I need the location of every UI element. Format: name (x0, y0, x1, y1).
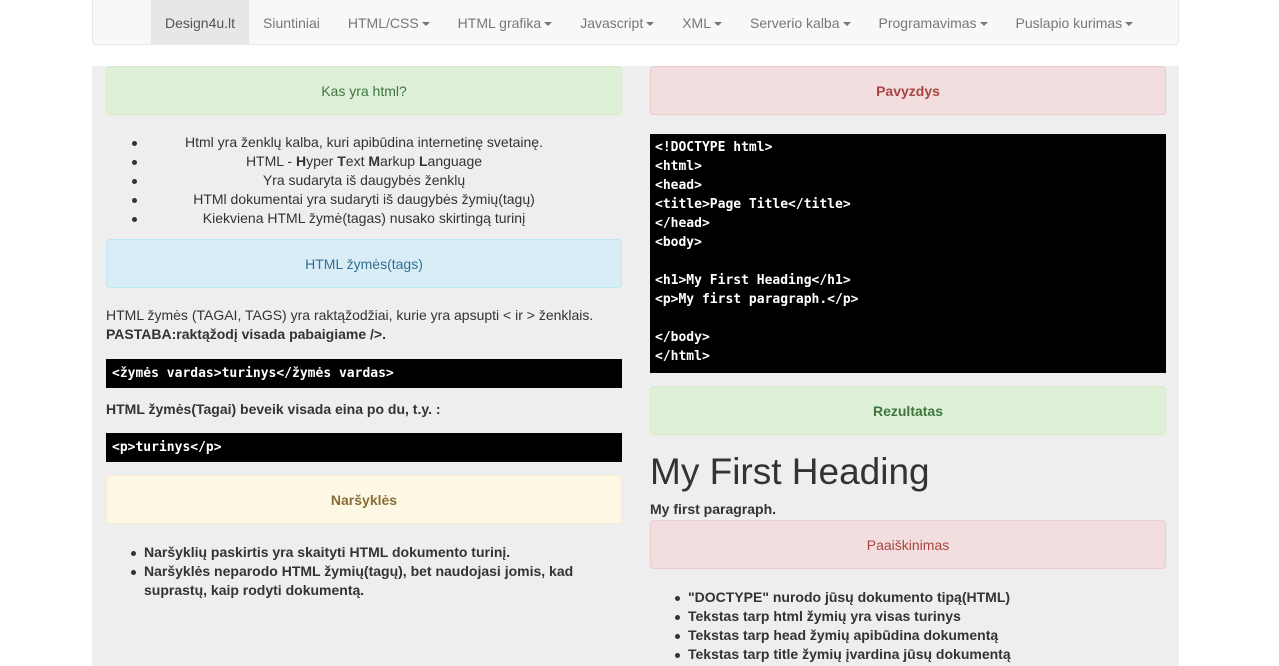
list-item: Kiekviena HTML žymė(tagas) nusako skirti… (106, 209, 622, 228)
bullet-icon (132, 160, 137, 165)
result-heading: My First Heading (650, 451, 930, 492)
browsers-panel: Naršyklės (106, 475, 622, 524)
list-item: HTMl dokumentai yra sudaryti iš daugybės… (106, 190, 622, 209)
nav-label: Serverio kalba (750, 14, 840, 31)
tags-description: HTML žymės (TAGAI, TAGS) yra raktąžodžia… (106, 306, 626, 344)
top-navbar: Design4u.lt Siuntiniai HTML/CSS HTML gra… (92, 0, 1179, 45)
bullet-icon (132, 198, 137, 203)
panel-title: Kas yra html? (321, 82, 407, 99)
bullet-icon (675, 615, 680, 620)
code-line: <head> (655, 178, 702, 193)
nav-label: HTML grafika (457, 14, 542, 31)
main-content: Kas yra html? Html yra ženklų kalba, kur… (92, 66, 1179, 666)
panel-title: Rezultatas (872, 402, 944, 419)
code-line: <html> (655, 159, 702, 174)
result-panel: Rezultatas (650, 386, 1166, 435)
caret-down-icon (544, 21, 553, 26)
caret-down-icon (842, 21, 851, 26)
caret-down-icon (1125, 21, 1134, 26)
pairs-text: HTML žymės(Tagai) beveik visada eina po … (106, 401, 441, 417)
nav-item-xml[interactable]: XML (668, 0, 736, 45)
code-line: </html> (655, 349, 710, 364)
explanation-list: "DOCTYPE" nurodo jūsų dokumento tipą(HTM… (650, 588, 1170, 664)
panel-title: Naršyklės (330, 491, 398, 508)
code-line: <!DOCTYPE html> (655, 140, 773, 155)
nav-item-programavimas[interactable]: Programavimas (865, 0, 1002, 45)
list-item: Html yra ženklų kalba, kuri apibūdina in… (106, 133, 622, 152)
nav-label: Puslapio kurimas (1015, 14, 1123, 31)
nav-item-serverio-kalba[interactable]: Serverio kalba (736, 0, 865, 45)
list-item: Yra sudaryta iš daugybės ženklų (106, 171, 622, 190)
code-line: <p>My first paragraph.</p> (655, 292, 859, 307)
nav-label: HTML/CSS (347, 14, 419, 31)
list-item: Naršyklių paskirtis yra skaityti HTML do… (106, 543, 626, 562)
code-line: </body> (655, 330, 710, 345)
nav-item-design4u[interactable]: Design4u.lt (151, 0, 250, 45)
nav-label: Programavimas (878, 14, 977, 31)
list-item: Tekstas tarp head žymių apibūdina dokume… (650, 626, 1170, 645)
nav-item-javascript[interactable]: Javascript (566, 0, 668, 45)
bullet-icon (132, 141, 137, 146)
nav-item-puslapio-kurimas[interactable]: Puslapio kurimas (1002, 0, 1148, 45)
pair-example-code: <p>turinys</p> (106, 433, 622, 462)
nav-item-siuntiniai[interactable]: Siuntiniai (249, 0, 334, 45)
bullet-icon (675, 596, 680, 601)
code-line: <title>Page Title</title> (655, 197, 851, 212)
nav-item-html-css[interactable]: HTML/CSS (334, 0, 444, 45)
nav-label: Siuntiniai (263, 14, 320, 31)
caret-down-icon (646, 21, 655, 26)
list-item: "DOCTYPE" nurodo jūsų dokumento tipą(HTM… (650, 588, 1170, 607)
browsers-list: Naršyklių paskirtis yra skaityti HTML do… (106, 543, 626, 600)
bullet-icon (132, 217, 137, 222)
example-code-block: <!DOCTYPE html> <html> <head> <title>Pag… (650, 134, 1166, 373)
explanation-panel: Paaiškinimas (650, 520, 1166, 569)
panel-title: HTML žymės(tags) (305, 255, 423, 272)
bullet-icon (132, 179, 137, 184)
note: PASTABA:raktąžodį visada pabaigiame />. (106, 326, 386, 342)
list-item-acronym: HTML - Hyper Text Markup Language (106, 152, 622, 171)
nav-label: XML (682, 14, 712, 31)
panel-title: Paaiškinimas (866, 536, 950, 553)
result-paragraph: My first paragraph. (650, 501, 777, 517)
bullet-icon (675, 634, 680, 639)
caret-down-icon (714, 21, 723, 26)
bullet-icon (131, 551, 136, 556)
caret-down-icon (979, 21, 988, 26)
html-tags-panel: HTML žymės(tags) (106, 239, 622, 288)
intro-list: Html yra ženklų kalba, kuri apibūdina in… (106, 133, 622, 228)
code-line: <body> (655, 235, 702, 250)
nav-label: Javascript (580, 14, 644, 31)
nav-menu: Design4u.lt Siuntiniai HTML/CSS HTML gra… (93, 0, 1178, 45)
list-item: Naršyklės neparodo HTML žymių(tagų), bet… (106, 562, 626, 600)
code-line: <h1>My First Heading</h1> (655, 273, 851, 288)
example-panel: Pavyzdys (650, 66, 1166, 115)
list-item: Tekstas tarp html žymių yra visas turiny… (650, 607, 1170, 626)
what-is-html-panel: Kas yra html? (106, 66, 622, 115)
nav-item-html-grafika[interactable]: HTML grafika (444, 0, 567, 45)
caret-down-icon (421, 21, 430, 26)
bullet-icon (675, 653, 680, 658)
list-item: Tekstas tarp title žymių įvardina jūsų d… (650, 645, 1170, 664)
nav-label: Design4u.lt (165, 14, 236, 31)
panel-title: Pavyzdys (876, 82, 940, 99)
bullet-icon (131, 570, 136, 575)
tag-syntax-code: <žymės vardas>turinys</žymės vardas> (106, 359, 622, 388)
code-line: </head> (655, 216, 710, 231)
